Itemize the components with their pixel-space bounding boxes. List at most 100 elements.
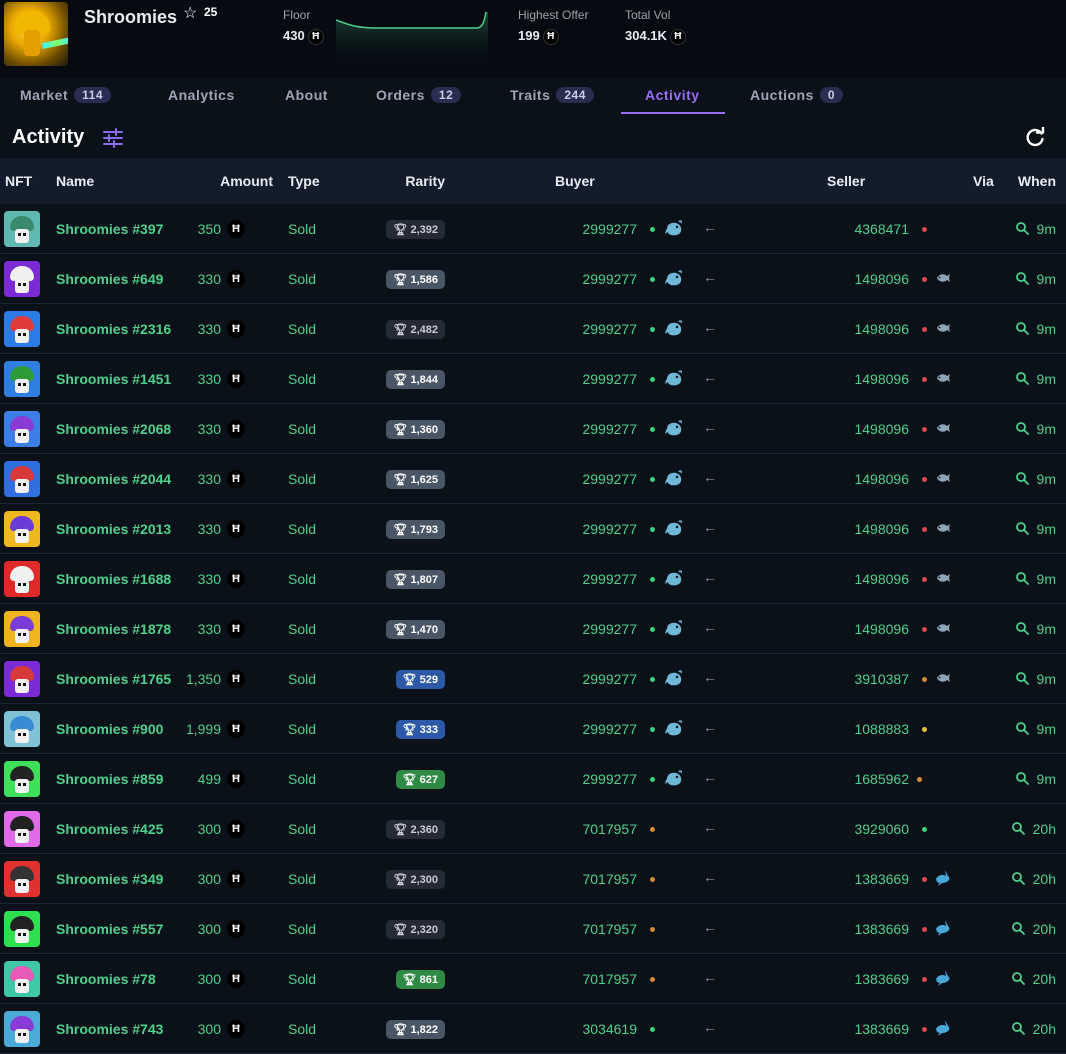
nft-thumbnail[interactable] bbox=[4, 711, 40, 747]
nft-thumbnail[interactable] bbox=[4, 461, 40, 497]
table-row[interactable]: Shroomies #2044 330 Ħ Sold 🏆︎ 1,625 2999277 ← 1… bbox=[0, 454, 1066, 504]
nft-name-link[interactable]: Shroomies #1451 bbox=[56, 371, 171, 387]
nft-thumbnail[interactable] bbox=[4, 361, 40, 397]
buyer-account-link[interactable]: 2999277 bbox=[582, 321, 637, 337]
nft-name-link[interactable]: Shroomies #397 bbox=[56, 221, 163, 237]
buyer-account-link[interactable]: 2999277 bbox=[582, 421, 637, 437]
search-icon[interactable] bbox=[1015, 521, 1029, 535]
seller-account-link[interactable]: 3929060 bbox=[854, 821, 909, 837]
nft-name-link[interactable]: Shroomies #78 bbox=[56, 971, 156, 987]
table-row[interactable]: Shroomies #1765 1,350 Ħ Sold 🏆︎ 529 2999277 ← 3… bbox=[0, 654, 1066, 704]
nft-name-link[interactable]: Shroomies #1765 bbox=[56, 671, 171, 687]
search-icon[interactable] bbox=[1015, 571, 1029, 585]
table-row[interactable]: Shroomies #859 499 Ħ Sold 🏆︎ 627 2999277 ← 1685… bbox=[0, 754, 1066, 804]
tab-traits[interactable]: Traits 244 bbox=[510, 87, 594, 103]
nft-name-link[interactable]: Shroomies #349 bbox=[56, 871, 163, 887]
tab-market[interactable]: Market 114 bbox=[20, 87, 111, 103]
buyer-account-link[interactable]: 2999277 bbox=[582, 621, 637, 637]
search-icon[interactable] bbox=[1015, 671, 1029, 685]
nft-name-link[interactable]: Shroomies #425 bbox=[56, 821, 163, 837]
table-row[interactable]: Shroomies #2013 330 Ħ Sold 🏆︎ 1,793 2999277 ← 1… bbox=[0, 504, 1066, 554]
buyer-account-link[interactable]: 2999277 bbox=[582, 371, 637, 387]
buyer-account-link[interactable]: 7017957 bbox=[582, 921, 637, 937]
search-icon[interactable] bbox=[1015, 421, 1029, 435]
table-row[interactable]: Shroomies #397 350 Ħ Sold 🏆︎ 2,392 2999277 ← 43… bbox=[0, 204, 1066, 254]
search-icon[interactable] bbox=[1015, 221, 1029, 235]
search-icon[interactable] bbox=[1015, 771, 1029, 785]
table-row[interactable]: Shroomies #1688 330 Ħ Sold 🏆︎ 1,807 2999277 ← 1… bbox=[0, 554, 1066, 604]
buyer-account-link[interactable]: 2999277 bbox=[582, 221, 637, 237]
nft-name-link[interactable]: Shroomies #2044 bbox=[56, 471, 171, 487]
nft-thumbnail[interactable] bbox=[4, 861, 40, 897]
table-row[interactable]: Shroomies #2316 330 Ħ Sold 🏆︎ 2,482 2999277 ← 1… bbox=[0, 304, 1066, 354]
seller-account-link[interactable]: 3910387 bbox=[854, 671, 909, 687]
buyer-account-link[interactable]: 2999277 bbox=[582, 721, 637, 737]
table-row[interactable]: Shroomies #900 1,999 Ħ Sold 🏆︎ 333 2999277 ← 10… bbox=[0, 704, 1066, 754]
buyer-account-link[interactable]: 2999277 bbox=[582, 471, 637, 487]
nft-thumbnail[interactable] bbox=[4, 661, 40, 697]
seller-account-link[interactable]: 1498096 bbox=[854, 521, 909, 537]
tab-orders[interactable]: Orders 12 bbox=[376, 87, 462, 103]
seller-account-link[interactable]: 1383669 bbox=[854, 871, 909, 887]
search-icon[interactable] bbox=[1011, 971, 1025, 985]
nft-name-link[interactable]: Shroomies #649 bbox=[56, 271, 163, 287]
nft-name-link[interactable]: Shroomies #1688 bbox=[56, 571, 171, 587]
seller-account-link[interactable]: 1383669 bbox=[854, 921, 909, 937]
seller-account-link[interactable]: 1685962 bbox=[854, 771, 909, 787]
table-row[interactable]: Shroomies #649 330 Ħ Sold 🏆︎ 1,586 2999277 ← 14… bbox=[0, 254, 1066, 304]
nft-thumbnail[interactable] bbox=[4, 211, 40, 247]
buyer-account-link[interactable]: 2999277 bbox=[582, 271, 637, 287]
nft-thumbnail[interactable] bbox=[4, 261, 40, 297]
search-icon[interactable] bbox=[1015, 371, 1029, 385]
seller-account-link[interactable]: 1498096 bbox=[854, 421, 909, 437]
search-icon[interactable] bbox=[1015, 721, 1029, 735]
seller-account-link[interactable]: 1498096 bbox=[854, 321, 909, 337]
table-row[interactable]: Shroomies #1878 330 Ħ Sold 🏆︎ 1,470 2999277 ← 1… bbox=[0, 604, 1066, 654]
refresh-icon[interactable] bbox=[1024, 127, 1046, 149]
nft-thumbnail[interactable] bbox=[4, 1011, 40, 1047]
seller-account-link[interactable]: 1498096 bbox=[854, 621, 909, 637]
buyer-account-link[interactable]: 7017957 bbox=[582, 871, 637, 887]
tab-auctions[interactable]: Auctions 0 bbox=[750, 87, 844, 103]
search-icon[interactable] bbox=[1015, 321, 1029, 335]
nft-name-link[interactable]: Shroomies #2316 bbox=[56, 321, 171, 337]
tab-analytics[interactable]: Analytics bbox=[168, 87, 235, 103]
nft-thumbnail[interactable] bbox=[4, 511, 40, 547]
search-icon[interactable] bbox=[1011, 921, 1025, 935]
seller-account-link[interactable]: 1498096 bbox=[854, 571, 909, 587]
seller-account-link[interactable]: 1498096 bbox=[854, 371, 909, 387]
nft-thumbnail[interactable] bbox=[4, 611, 40, 647]
nft-name-link[interactable]: Shroomies #859 bbox=[56, 771, 163, 787]
tab-activity[interactable]: Activity bbox=[645, 87, 700, 103]
buyer-account-link[interactable]: 2999277 bbox=[582, 571, 637, 587]
search-icon[interactable] bbox=[1011, 821, 1025, 835]
nft-name-link[interactable]: Shroomies #2068 bbox=[56, 421, 171, 437]
nft-thumbnail[interactable] bbox=[4, 811, 40, 847]
collection-logo[interactable] bbox=[4, 2, 68, 66]
nft-thumbnail[interactable] bbox=[4, 311, 40, 347]
seller-account-link[interactable]: 1383669 bbox=[854, 1021, 909, 1037]
search-icon[interactable] bbox=[1015, 271, 1029, 285]
nft-name-link[interactable]: Shroomies #1878 bbox=[56, 621, 171, 637]
nft-thumbnail[interactable] bbox=[4, 911, 40, 947]
buyer-account-link[interactable]: 7017957 bbox=[582, 971, 637, 987]
nft-thumbnail[interactable] bbox=[4, 561, 40, 597]
buyer-account-link[interactable]: 2999277 bbox=[582, 771, 637, 787]
nft-name-link[interactable]: Shroomies #743 bbox=[56, 1021, 163, 1037]
nft-thumbnail[interactable] bbox=[4, 961, 40, 997]
table-row[interactable]: Shroomies #557 300 Ħ Sold 🏆︎ 2,320 7017957 ← 13… bbox=[0, 904, 1066, 954]
buyer-account-link[interactable]: 3034619 bbox=[582, 1021, 637, 1037]
search-icon[interactable] bbox=[1015, 621, 1029, 635]
search-icon[interactable] bbox=[1011, 871, 1025, 885]
seller-account-link[interactable]: 1498096 bbox=[854, 271, 909, 287]
nft-thumbnail[interactable] bbox=[4, 761, 40, 797]
tab-about[interactable]: About bbox=[285, 87, 328, 103]
nft-name-link[interactable]: Shroomies #900 bbox=[56, 721, 163, 737]
nft-name-link[interactable]: Shroomies #557 bbox=[56, 921, 163, 937]
table-row[interactable]: Shroomies #78 300 Ħ Sold 🏆︎ 861 7017957 ← 13836… bbox=[0, 954, 1066, 1004]
table-row[interactable]: Shroomies #349 300 Ħ Sold 🏆︎ 2,300 7017957 ← 13… bbox=[0, 854, 1066, 904]
nft-thumbnail[interactable] bbox=[4, 411, 40, 447]
filter-sliders-icon[interactable] bbox=[102, 128, 124, 148]
seller-account-link[interactable]: 1498096 bbox=[854, 471, 909, 487]
buyer-account-link[interactable]: 2999277 bbox=[582, 671, 637, 687]
